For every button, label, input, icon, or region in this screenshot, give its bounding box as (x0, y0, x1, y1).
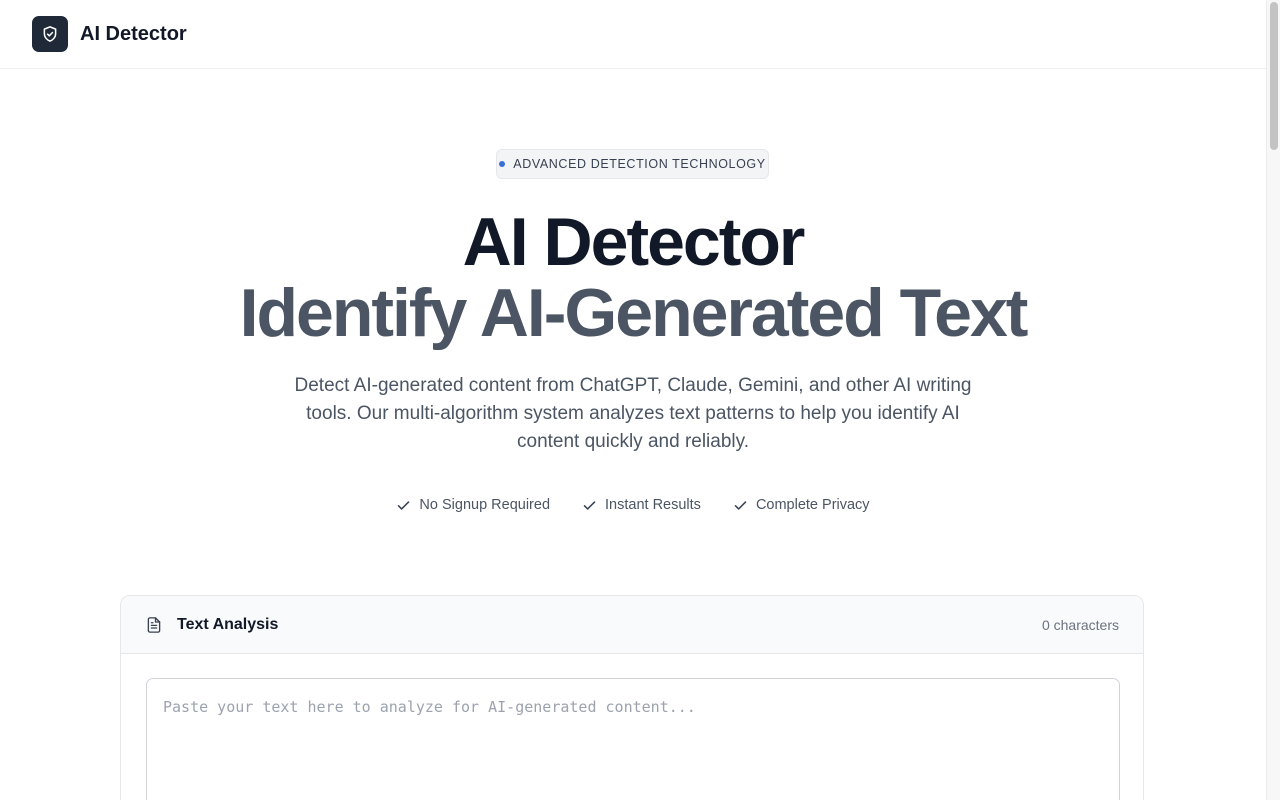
feature-label: Complete Privacy (755, 497, 870, 513)
page-scrollbar[interactable] (1266, 0, 1280, 800)
card-header: Text Analysis 0 characters (121, 596, 1143, 654)
feature-item: No Signup Required (396, 494, 550, 516)
card-title: Text Analysis (177, 615, 279, 633)
hero-subtitle: Detect AI-generated content from ChatGPT… (294, 375, 972, 452)
check-icon (398, 500, 410, 510)
feature-item: Complete Privacy (733, 494, 870, 516)
feature-item: Instant Results (582, 494, 701, 516)
badge-dot-icon (499, 161, 506, 167)
text-analysis-card: Text Analysis 0 characters (120, 595, 1144, 800)
brand-name[interactable]: AI Detector (80, 23, 187, 46)
feature-list: No Signup Required Instant Results Compl… (0, 494, 1266, 516)
shield-check-icon (43, 26, 57, 42)
text-input[interactable] (146, 678, 1120, 800)
top-header: AI Detector (0, 0, 1266, 69)
scrollbar-thumb[interactable] (1270, 2, 1278, 150)
character-count: 0 characters (1041, 616, 1119, 633)
feature-label: Instant Results (605, 497, 701, 513)
page: AI Detector ADVANCED DETECTION TECHNOLOG… (0, 0, 1266, 800)
document-icon (147, 616, 161, 633)
badge-label: ADVANCED DETECTION TECHNOLOGY (513, 157, 766, 171)
hero-title: AI Detector (462, 204, 806, 280)
check-icon (734, 500, 747, 510)
feature-badge: ADVANCED DETECTION TECHNOLOGY (496, 149, 769, 179)
check-icon (583, 500, 596, 510)
hero-title-secondary: Identify AI-Generated Text (239, 275, 1029, 351)
feature-label: No Signup Required (419, 497, 551, 513)
logo[interactable] (32, 16, 68, 52)
